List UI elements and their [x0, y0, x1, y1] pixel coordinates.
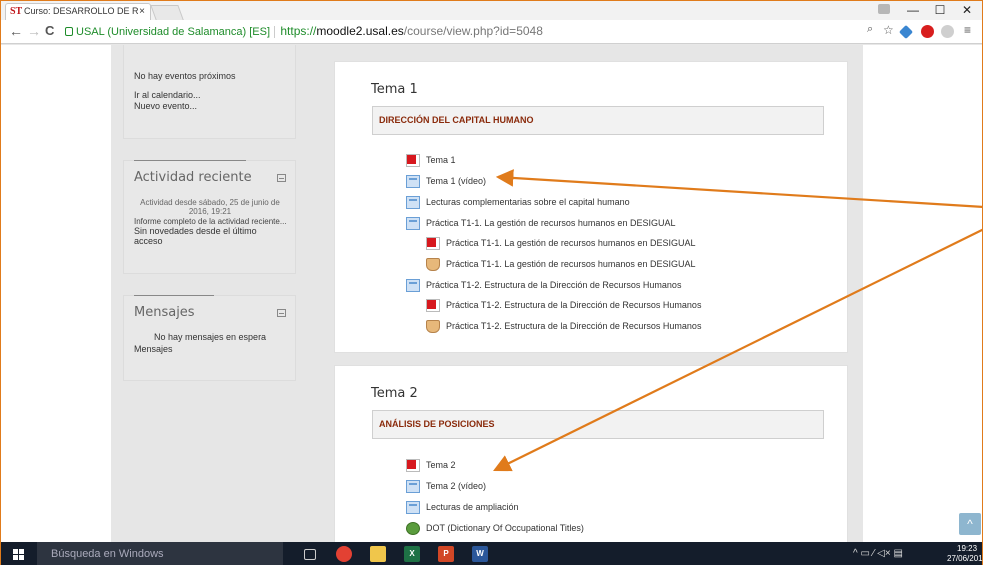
activity-link[interactable]: Tema 2 [406, 457, 456, 474]
taskbar-clock[interactable]: 19:23 27/06/2016 [947, 544, 983, 564]
section-summary: ANÁLISIS DE POSICIONES [372, 410, 824, 439]
pdf-icon [406, 459, 420, 472]
reload-button[interactable]: C [45, 23, 54, 38]
no-messages-text: No hay mensajes en espera [154, 332, 267, 342]
globe-icon [406, 522, 420, 535]
address-bar: ← → C USAL (Universidad de Salamanca) [E… [1, 20, 982, 44]
system-tray[interactable]: ^ ▭ ⁄ ◁× ▤ [853, 548, 903, 559]
close-window-button[interactable]: ✕ [954, 1, 980, 20]
no-events-text: No hay eventos próximos [134, 71, 236, 81]
recent-activity-title: Actividad reciente [134, 170, 252, 185]
windows-taskbar: Búsqueda en Windows X P W ^ ▭ ⁄ ◁× ▤ 19:… [1, 542, 983, 565]
collapse-icon[interactable] [277, 174, 286, 182]
left-margin [1, 45, 111, 542]
file-icon [406, 480, 420, 493]
lock-icon [65, 27, 73, 36]
profile-icon[interactable] [878, 4, 890, 14]
url-field[interactable]: USAL (Universidad de Salamanca) [ES] htt… [65, 23, 915, 40]
full-report-link[interactable]: Informe completo de la actividad recient… [134, 217, 294, 226]
calendar-link[interactable]: Ir al calendario... [134, 90, 201, 100]
activity-link[interactable]: Práctica T1-2. Estructura de la Direcció… [406, 277, 681, 294]
pdf-icon [426, 299, 440, 312]
zoom-icon[interactable]: ⌕ [867, 23, 873, 36]
messages-link[interactable]: Mensajes [134, 344, 173, 354]
scroll-to-top-button[interactable]: ^ [959, 513, 981, 535]
minimize-button[interactable]: — [900, 1, 926, 20]
assignment-icon [426, 320, 440, 333]
file-explorer-icon[interactable] [370, 546, 386, 562]
activity-link[interactable]: Tema 2 (vídeo) [406, 478, 486, 495]
moodle-page: No hay eventos próximos Ir al calendario… [1, 45, 982, 542]
section-title: Tema 1 [371, 82, 418, 97]
activity-link[interactable]: Práctica T1-2. Estructura de la Direcció… [426, 318, 701, 335]
file-icon [406, 217, 420, 230]
bookmark-star-icon[interactable]: ☆ [883, 23, 894, 37]
forward-button[interactable]: → [27, 23, 41, 39]
clock-time: 19:23 [957, 544, 978, 553]
section-summary: DIRECCIÓN DEL CAPITAL HUMANO [372, 106, 824, 135]
activity-link[interactable]: Tema 1 [406, 152, 456, 169]
browser-tab[interactable]: ST Curso: DESARROLLO DE R × [5, 3, 151, 20]
back-button[interactable]: ← [9, 23, 23, 39]
tab-close-icon[interactable]: × [139, 4, 145, 19]
file-icon [406, 196, 420, 209]
activity-link[interactable]: Tema 1 (vídeo) [406, 173, 486, 190]
clock-date: 27/06/2016 [947, 554, 983, 563]
recent-activity-block: Actividad reciente Actividad desde sábad… [123, 160, 296, 274]
url-host: moodle2.usal.es [316, 24, 404, 38]
tab-strip: ST Curso: DESARROLLO DE R × — ☐ ✕ [1, 1, 982, 20]
activity-link[interactable]: Práctica T1-1. La gestión de recursos hu… [426, 235, 695, 252]
section-title: Tema 2 [371, 386, 418, 401]
activity-link[interactable]: Práctica T1-1. La gestión de recursos hu… [426, 256, 695, 273]
tab-title: Curso: DESARROLLO DE R [24, 6, 139, 16]
taskbar-search[interactable]: Búsqueda en Windows [37, 542, 283, 565]
adblock-extension-icon[interactable] [921, 25, 934, 38]
right-margin [863, 45, 982, 542]
course-section-2: Tema 2 ANÁLISIS DE POSICIONES Tema 2 Tem… [334, 365, 848, 542]
activity-link[interactable]: Lecturas complementarias sobre el capita… [406, 194, 630, 211]
pdf-icon [406, 154, 420, 167]
activity-link[interactable]: Práctica T1-2. Estructura de la Direcció… [426, 297, 701, 314]
url-path: /course/view.php?id=5048 [403, 24, 543, 38]
activity-link[interactable]: DOT (Dictionary Of Occupational Titles) [406, 520, 584, 537]
url-protocol: https:// [280, 24, 317, 38]
file-icon [406, 175, 420, 188]
powerpoint-icon[interactable]: P [438, 546, 454, 562]
messages-block: Mensajes No hay mensajes en espera Mensa… [123, 295, 296, 381]
file-icon [406, 279, 420, 292]
excel-icon[interactable]: X [404, 546, 420, 562]
activity-since: Actividad desde sábado, 25 de junio de 2… [140, 198, 280, 216]
word-icon[interactable]: W [472, 546, 488, 562]
activity-link[interactable]: Práctica T1-1. La gestión de recursos hu… [406, 215, 675, 232]
new-tab-button[interactable] [150, 5, 184, 20]
collapse-icon[interactable] [277, 309, 286, 317]
pdf-icon [426, 237, 440, 250]
file-icon [406, 501, 420, 514]
task-view-icon[interactable] [304, 549, 316, 560]
course-section-1: Tema 1 DIRECCIÓN DEL CAPITAL HUMANO Tema… [334, 61, 848, 353]
events-block: No hay eventos próximos Ir al calendario… [123, 45, 296, 139]
site-favicon-icon: ST [10, 6, 23, 17]
windows-start-icon[interactable] [13, 549, 24, 560]
no-news-text: Sin novedades desde el último acceso [134, 226, 257, 246]
messages-title: Mensajes [134, 305, 195, 320]
menu-icon[interactable]: ≡ [964, 23, 971, 37]
activity-link[interactable]: Lecturas de ampliación [406, 499, 519, 516]
maximize-button[interactable]: ☐ [927, 1, 953, 20]
chrome-icon[interactable] [336, 546, 352, 562]
extension-grey-icon[interactable] [941, 25, 954, 38]
assignment-icon [426, 258, 440, 271]
new-event-link[interactable]: Nuevo evento... [134, 101, 197, 111]
security-label: USAL (Universidad de Salamanca) [ES] [76, 26, 271, 38]
